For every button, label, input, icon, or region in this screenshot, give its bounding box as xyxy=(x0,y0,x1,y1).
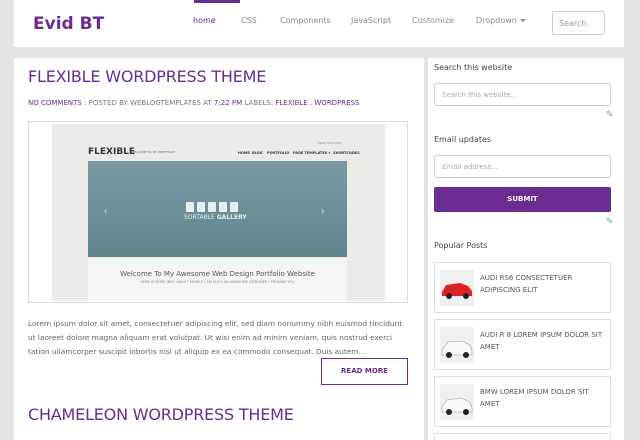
post-labels-link[interactable]: FLEXIBLE . WORDPRESS xyxy=(275,99,359,107)
document-icon xyxy=(186,202,194,212)
nav-item-dropdown[interactable]: Dropdown xyxy=(476,16,526,25)
sidebar-search-input[interactable]: Search this website... xyxy=(434,83,611,106)
tools-icon[interactable]: ✎ xyxy=(606,109,614,120)
document-icon xyxy=(208,202,216,212)
meta-text: AT xyxy=(200,99,214,107)
meta-text: LABELS: xyxy=(242,99,276,107)
nav-item-css[interactable]: CSS xyxy=(241,16,257,25)
author-name: WEBLOGTEMPLATES xyxy=(130,99,201,107)
popular-post-title: AUDI R 8 LOREM IPSUM DOLOR SIT AMET xyxy=(480,331,603,351)
post-featured-image[interactable]: FLEXIBLE WELCOME TO MY PORTFOLIO (800) 5… xyxy=(28,121,408,303)
preview-gallery-label: SORTABLE GALLERY xyxy=(184,214,247,221)
theme-preview-screenshot: FLEXIBLE WELCOME TO MY PORTFOLIO (800) 5… xyxy=(52,124,385,301)
nav-search-input[interactable]: Search xyxy=(552,11,605,35)
email-input[interactable]: Email address... xyxy=(434,155,611,178)
gallery-word-bold: GALLERY xyxy=(216,214,247,221)
brand-logo[interactable]: Evid BT xyxy=(33,14,104,34)
preview-nav-item: PORTFOLIO xyxy=(267,151,290,155)
preview-welcome-area: Welcome To My Awesome Web Design Portfol… xyxy=(88,258,347,301)
nav-item-javascript[interactable]: JavaScript xyxy=(351,16,391,25)
post-thumbnail xyxy=(440,384,474,420)
preview-nav-item: HOME xyxy=(238,151,250,155)
nav-item-home[interactable]: home xyxy=(193,16,216,25)
read-more-button[interactable]: READ MORE xyxy=(321,358,408,385)
comments-link[interactable]: NO COMMENTS xyxy=(28,99,82,107)
search-widget-title: Search this website xyxy=(434,63,513,72)
main-content: FLEXIBLE WORDPRESS THEME NO COMMENTS : P… xyxy=(14,58,424,440)
slider-prev-icon: ‹ xyxy=(104,206,108,217)
submit-button[interactable]: SUBMIT xyxy=(434,187,611,212)
preview-logo: FLEXIBLE xyxy=(88,147,136,157)
preview-contact: (800) 555-5555 xyxy=(318,141,342,145)
nav-item-components[interactable]: Components xyxy=(280,16,331,25)
popular-post-item[interactable]: AUDI R 8 LOREM IPSUM DOLOR SIT AMET xyxy=(434,319,611,370)
preview-nav-item: PAGE TEMPLATES ▾ xyxy=(293,151,331,155)
gallery-word: SORTABLE xyxy=(184,214,215,221)
document-icon xyxy=(197,202,205,212)
popular-post-title: AUDI RS6 CONSECTETUER ADIPISCING ELIT xyxy=(480,274,573,294)
preview-nav-item: BLOG xyxy=(252,151,263,155)
email-widget-title: Email updates xyxy=(434,135,492,144)
top-navbar: Evid BT home CSS Components JavaScript C… xyxy=(14,0,624,47)
dropdown-label: Dropdown xyxy=(476,16,517,25)
post-thumbnail xyxy=(440,270,474,306)
white-car-image xyxy=(440,327,474,363)
red-car-image xyxy=(440,270,474,306)
popular-post-item[interactable] xyxy=(434,433,611,440)
document-icon xyxy=(230,202,238,212)
post-title[interactable]: CHAMELEON WORDPRESS THEME xyxy=(28,405,294,424)
tools-icon[interactable]: ✎ xyxy=(606,216,614,227)
caret-down-icon xyxy=(519,19,526,22)
preview-slider: ‹ › SORTABLE GALLERY xyxy=(88,161,347,257)
white-car-image xyxy=(440,384,474,420)
active-nav-indicator xyxy=(194,0,240,3)
preview-welcome-title: Welcome To My Awesome Web Design Portfol… xyxy=(120,270,315,278)
popular-post-title: BMW LOREM IPSUM DOLOR SIT AMET xyxy=(480,388,589,408)
preview-tagline: WELCOME TO MY PORTFOLIO xyxy=(131,150,175,154)
post-excerpt: Lorem ipsum dolor sit amet, consectetuer… xyxy=(28,319,403,356)
popular-post-item[interactable]: BMW LOREM IPSUM DOLOR SIT AMET xyxy=(434,376,611,427)
preview-welcome-sub: HERE IS MORE INFO ABOUT MYSELF I AM SUCH… xyxy=(140,280,295,284)
popular-post-item[interactable]: AUDI RS6 CONSECTETUER ADIPISCING ELIT xyxy=(434,262,611,313)
post-time-link[interactable]: 7:22 PM xyxy=(214,99,242,107)
post-thumbnail xyxy=(440,327,474,363)
sidebar: Search this website Search this website.… xyxy=(428,58,624,440)
document-icon xyxy=(219,202,227,212)
post-title[interactable]: FLEXIBLE WORDPRESS THEME xyxy=(28,67,266,86)
meta-text: : POSTED BY xyxy=(81,99,131,107)
slider-next-icon: › xyxy=(321,206,325,217)
post-meta: NO COMMENTS : POSTED BY WEBLOGTEMPLATES … xyxy=(28,99,359,107)
preview-nav-item: SHORTCODES xyxy=(333,151,360,155)
popular-posts-title: Popular Posts xyxy=(434,241,488,250)
nav-item-customize[interactable]: Customize xyxy=(412,16,454,25)
